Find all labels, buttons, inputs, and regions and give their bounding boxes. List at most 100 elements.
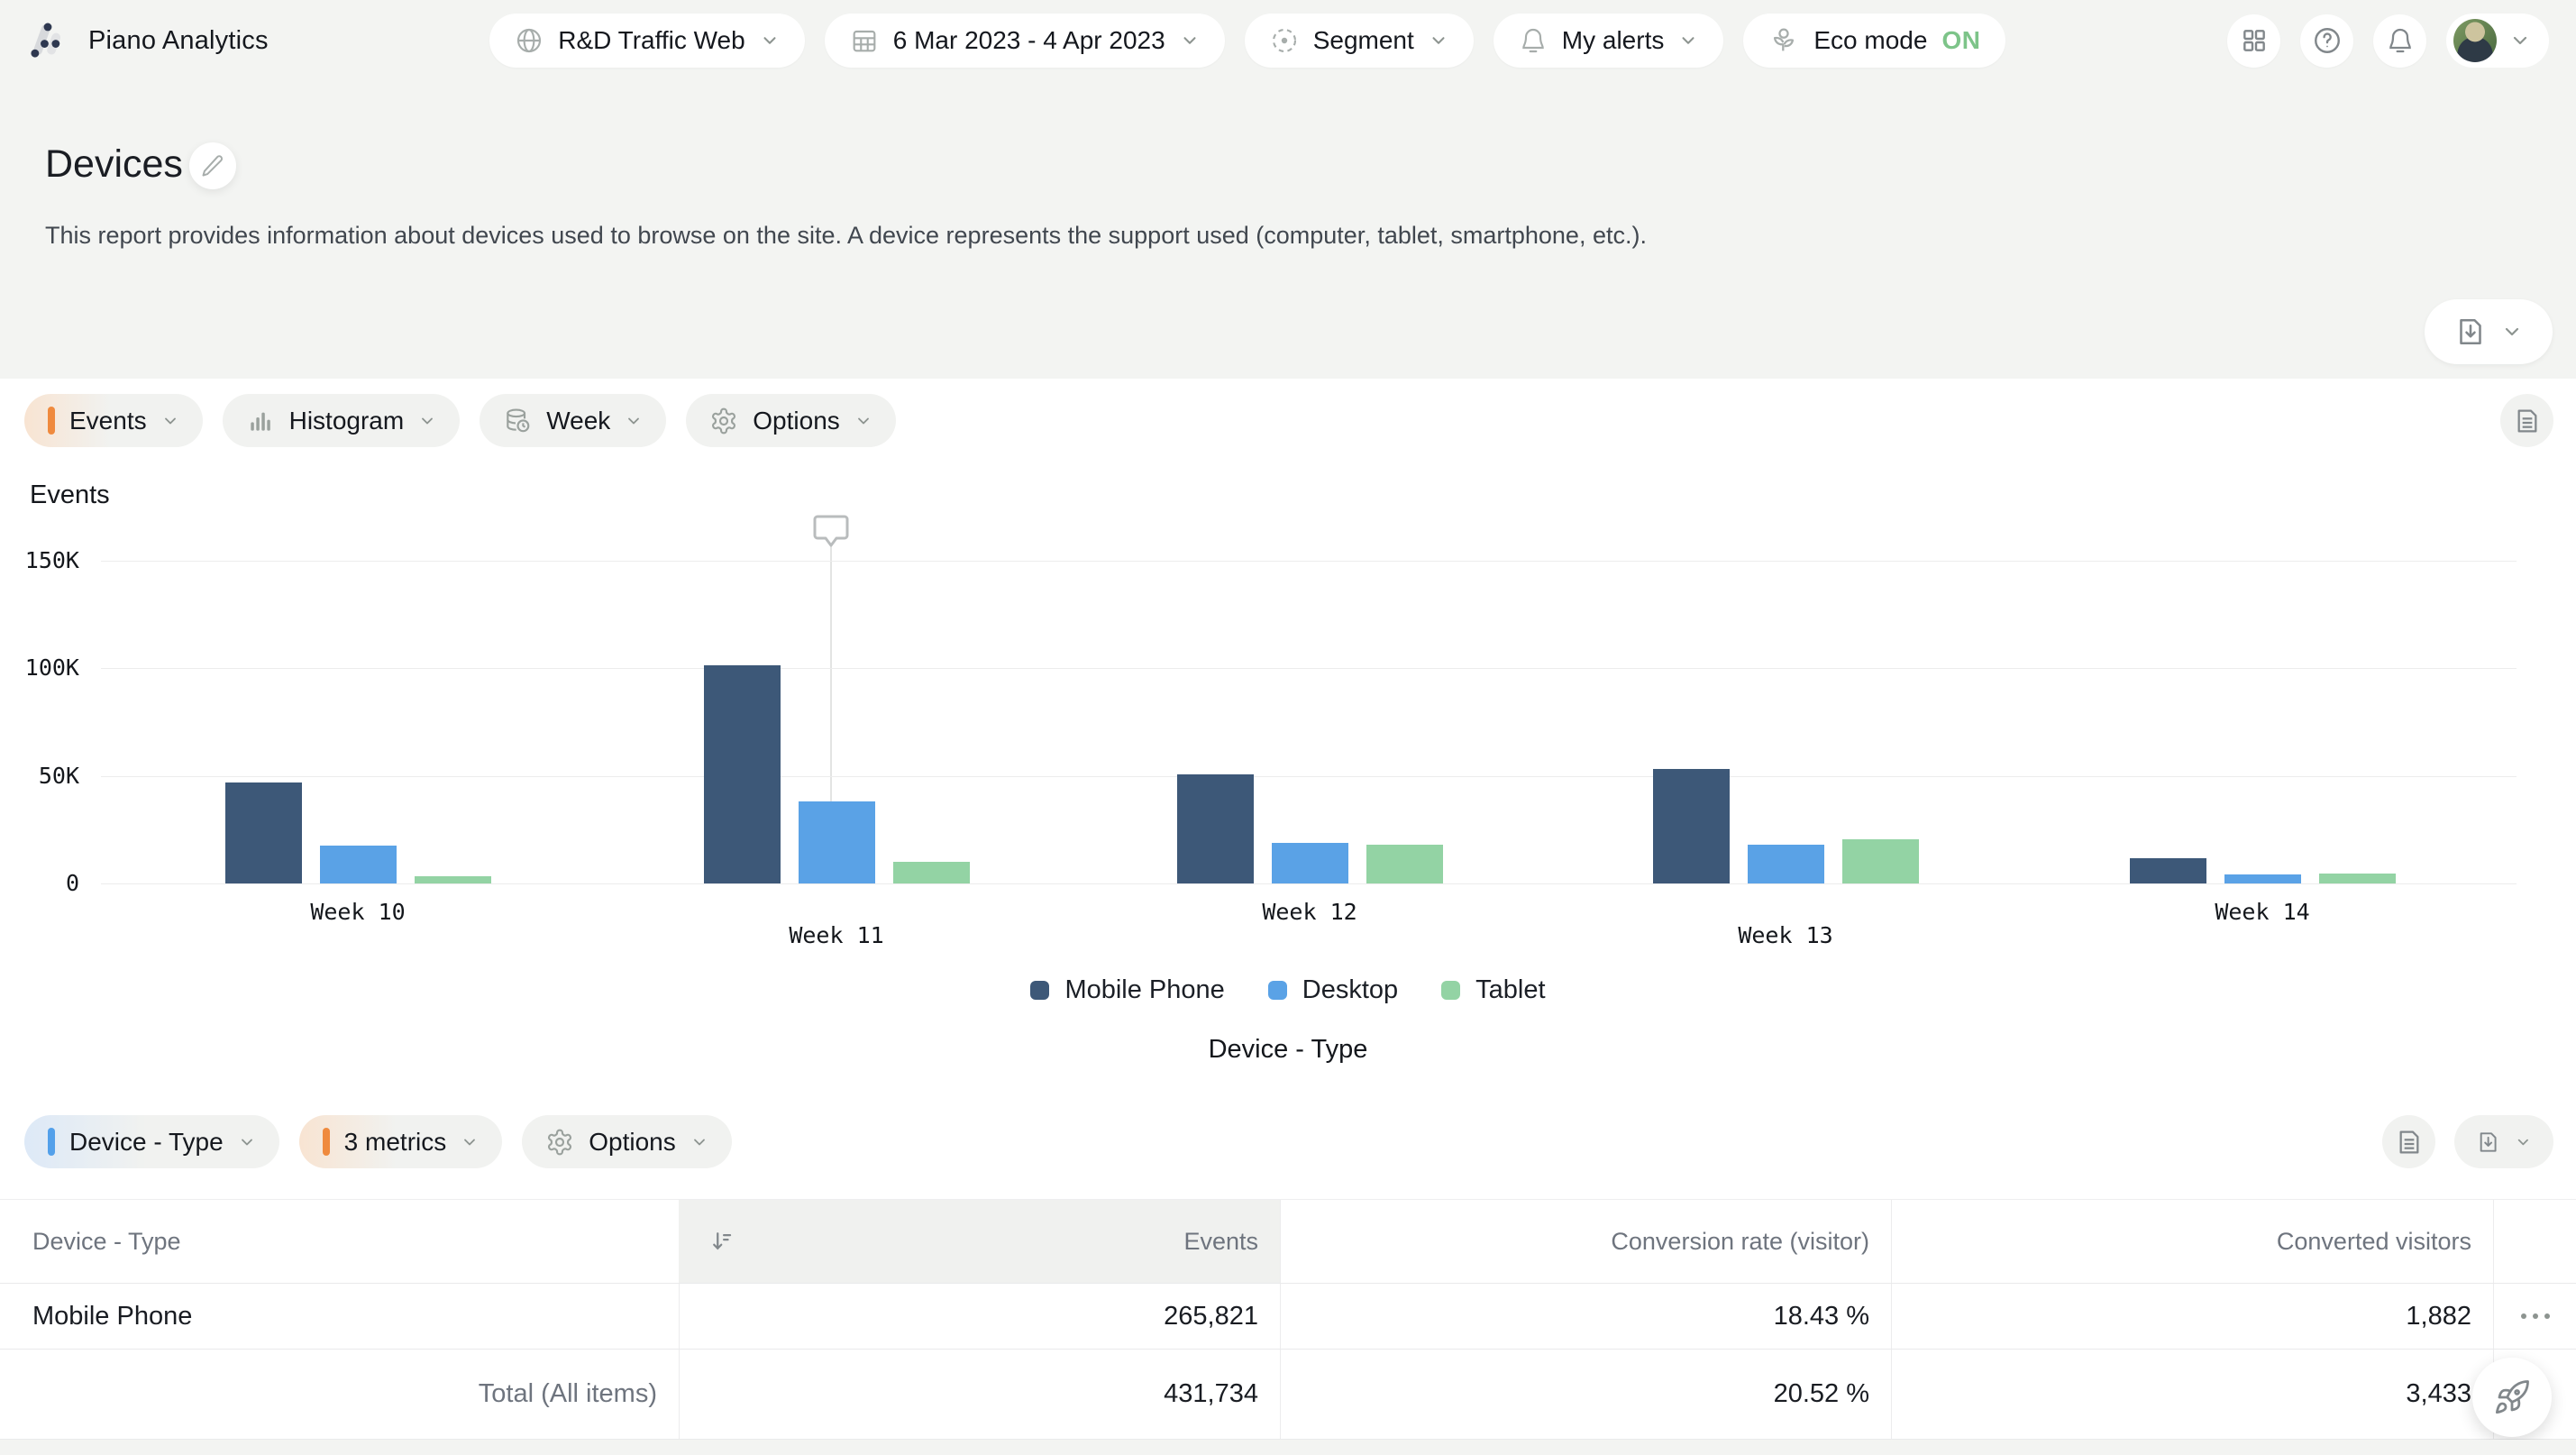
bar-tablet-week-11[interactable]: [893, 862, 970, 883]
site-picker-label: R&D Traffic Web: [558, 26, 744, 55]
segment-picker[interactable]: Segment: [1245, 14, 1474, 68]
column-header-conversion-rate[interactable]: Conversion rate (visitor): [1280, 1200, 1891, 1283]
bar-tablet-week-12[interactable]: [1366, 845, 1443, 883]
legend-item-mobile-phone[interactable]: Mobile Phone: [1030, 975, 1224, 1005]
bar-mobile-phone-week-12[interactable]: [1177, 774, 1254, 883]
cell-total-converted-visitors: 3,433: [1891, 1350, 2493, 1439]
metric-bar-icon: [323, 1128, 330, 1156]
my-alerts-menu[interactable]: My alerts: [1494, 14, 1724, 68]
export-report-button[interactable]: [2425, 299, 2553, 364]
eco-plant-icon: [1768, 25, 1799, 56]
table-metrics-picker[interactable]: 3 metrics: [299, 1115, 503, 1168]
edit-pencil-icon: [200, 153, 225, 178]
eco-mode-state: ON: [1941, 26, 1980, 55]
legend-swatch: [1441, 981, 1460, 1000]
piano-analytics-logo: [27, 20, 69, 61]
gridline: [101, 668, 2517, 669]
launch-assistant-button[interactable]: [2472, 1358, 2552, 1437]
segment-label: Segment: [1313, 26, 1414, 55]
x-axis-tick: Week 13: [1738, 922, 1832, 948]
bar-mobile-phone-week-14[interactable]: [2130, 858, 2206, 883]
bar-desktop-week-10[interactable]: [320, 846, 397, 883]
column-header-device-type[interactable]: Device - Type: [0, 1200, 679, 1283]
date-range-picker[interactable]: 6 Mar 2023 - 4 Apr 2023: [825, 14, 1225, 68]
table-notes-button[interactable]: [2382, 1115, 2435, 1168]
apps-grid-button[interactable]: [2227, 14, 2280, 68]
document-icon: [2395, 1128, 2424, 1157]
sort-descending-icon[interactable]: [708, 1200, 735, 1283]
legend-label: Mobile Phone: [1064, 975, 1224, 1005]
granularity-picker[interactable]: Week: [480, 394, 666, 447]
page-bottom-strip: [0, 1440, 2576, 1455]
table-options-label: Options: [589, 1128, 676, 1157]
cell-conversion-rate: 18.43 %: [1280, 1284, 1891, 1349]
chart-options-menu[interactable]: Options: [686, 394, 896, 447]
more-options-icon[interactable]: [2494, 1313, 2576, 1319]
chevron-down-icon: [760, 31, 780, 50]
legend-item-tablet[interactable]: Tablet: [1441, 975, 1545, 1005]
chart-type-picker[interactable]: Histogram: [223, 394, 461, 447]
x-axis-tick: Week 14: [2215, 899, 2309, 925]
chevron-down-icon: [690, 1133, 708, 1151]
chart-metric-picker[interactable]: Events: [24, 394, 203, 447]
help-button[interactable]: [2300, 14, 2353, 68]
top-bar-actions: [2227, 14, 2549, 68]
bar-tablet-week-14[interactable]: [2319, 874, 2396, 883]
site-picker[interactable]: R&D Traffic Web: [489, 14, 804, 68]
column-header-converted-visitors[interactable]: Converted visitors: [1891, 1200, 2493, 1283]
table-options-menu[interactable]: Options: [522, 1115, 732, 1168]
bar-mobile-phone-week-11[interactable]: [704, 665, 781, 883]
bar-mobile-phone-week-13[interactable]: [1653, 769, 1730, 883]
y-axis-tick: 50K: [0, 763, 79, 789]
table-export-button[interactable]: [2454, 1115, 2553, 1168]
help-icon: [2312, 25, 2343, 56]
table-dimension-picker[interactable]: Device - Type: [24, 1115, 279, 1168]
cell-actions: [2493, 1284, 2576, 1349]
x-axis-tick: Week 11: [789, 922, 883, 948]
chevron-down-icon: [1429, 31, 1448, 50]
chevron-down-icon: [1180, 31, 1200, 50]
gear-icon: [545, 1128, 574, 1157]
gear-icon: [709, 407, 738, 435]
bar-desktop-week-14[interactable]: [2224, 874, 2301, 883]
page-title: Devices: [45, 142, 183, 187]
comment-bubble-icon[interactable]: [812, 514, 850, 550]
bar-tablet-week-13[interactable]: [1842, 839, 1919, 883]
table-header-row: Device - Type Events Conversion rate (vi…: [0, 1199, 2576, 1284]
chevron-down-icon: [2501, 321, 2523, 343]
notifications-button[interactable]: [2373, 14, 2426, 68]
bar-desktop-week-12[interactable]: [1272, 843, 1348, 883]
chevron-down-icon: [418, 412, 436, 430]
metric-bar-icon: [48, 407, 55, 435]
column-header-events[interactable]: Events: [679, 1200, 1280, 1283]
user-menu[interactable]: [2446, 14, 2549, 68]
bar-desktop-week-11[interactable]: [799, 801, 875, 883]
user-avatar: [2453, 19, 2497, 62]
bar-tablet-week-10[interactable]: [415, 876, 491, 883]
bar-mobile-phone-week-10[interactable]: [225, 782, 302, 883]
edit-title-button[interactable]: [189, 142, 236, 189]
piano-analytics-page: Piano Analytics R&D Traffic Web: [0, 0, 2576, 1455]
gridline: [101, 883, 2517, 884]
eco-mode-toggle[interactable]: Eco mode ON: [1743, 14, 2005, 68]
chevron-down-icon: [625, 412, 643, 430]
brand-name: Piano Analytics: [88, 26, 269, 56]
bar-desktop-week-13[interactable]: [1748, 845, 1824, 883]
rocket-icon: [2493, 1378, 2531, 1416]
chart-legend: Mobile Phone Desktop Tablet: [0, 975, 2576, 1005]
x-axis-tick: Week 10: [310, 899, 405, 925]
segment-target-icon: [1270, 26, 1299, 55]
legend-item-desktop[interactable]: Desktop: [1268, 975, 1398, 1005]
chart-notes-button[interactable]: [2500, 394, 2553, 447]
table-row-mobile-phone[interactable]: Mobile Phone 265,821 18.43 % 1,882: [0, 1284, 2576, 1350]
legend-label: Desktop: [1302, 975, 1398, 1005]
cell-total-label: Total (All items): [0, 1350, 679, 1439]
gridline: [101, 776, 2517, 777]
brand: Piano Analytics: [27, 20, 269, 61]
cell-events: 265,821: [679, 1284, 1280, 1349]
cell-total-conversion-rate: 20.52 %: [1280, 1350, 1891, 1439]
page-description: This report provides information about d…: [45, 222, 1647, 250]
table-row-total[interactable]: Total (All items) 431,734 20.52 % 3,433: [0, 1350, 2576, 1440]
chart-y-axis-title: Events: [30, 480, 110, 510]
column-header-actions: [2493, 1200, 2576, 1283]
